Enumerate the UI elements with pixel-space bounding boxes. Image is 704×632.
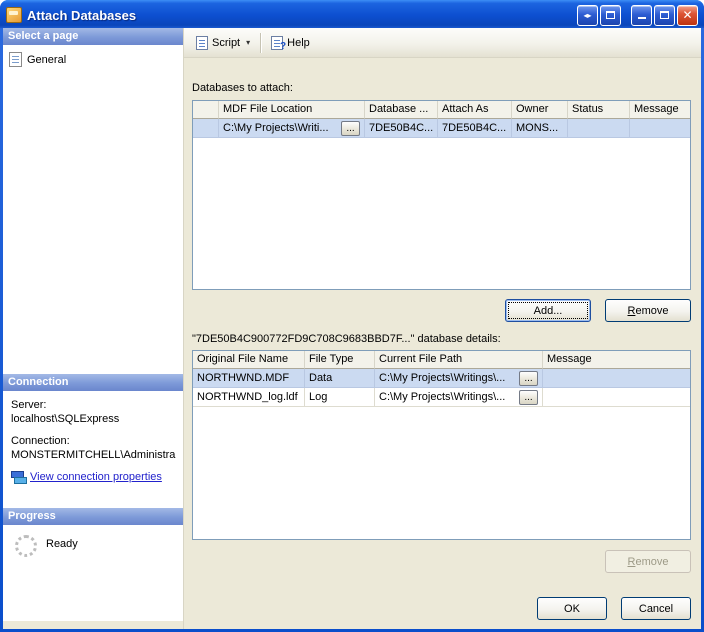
sidebar-item-label: General bbox=[27, 53, 67, 66]
help-icon bbox=[271, 35, 286, 52]
grid2-file-path-cell: C:\My Projects\Writings\... ... bbox=[375, 388, 543, 407]
connection-header: Connection bbox=[3, 374, 183, 391]
grid1-col-mdf-file-location[interactable]: MDF File Location bbox=[219, 101, 365, 119]
databases-to-attach-label: Databases to attach: bbox=[192, 82, 293, 94]
connection-label: Connection: bbox=[11, 435, 70, 447]
chevron-down-icon: ▾ bbox=[246, 38, 251, 47]
main-panel: Script ▾ Help Databases to attach: MDF F… bbox=[183, 28, 701, 629]
view-connection-properties-link[interactable]: View connection properties bbox=[30, 471, 162, 483]
databases-to-attach-grid: MDF File Location Database ... Attach As… bbox=[192, 100, 691, 290]
grid2-col-file-type[interactable]: File Type bbox=[305, 351, 375, 369]
window-controls: ◂▸ ✕ bbox=[577, 4, 698, 26]
grid1-col-attach-as[interactable]: Attach As bbox=[438, 101, 512, 119]
grid2-file-type-cell: Data bbox=[305, 369, 375, 388]
grid1-col-message[interactable]: Message bbox=[630, 101, 690, 119]
attach-databases-dialog: Attach Databases ◂▸ ✕ Select a page Gene… bbox=[0, 0, 704, 632]
progress-status: Ready bbox=[46, 538, 78, 550]
grid1-col-owner[interactable]: Owner bbox=[512, 101, 568, 119]
grid2-file-type-cell: Log bbox=[305, 388, 375, 407]
dock-window-icon bbox=[606, 11, 615, 19]
grid1-col-database[interactable]: Database ... bbox=[365, 101, 438, 119]
grid2-message-cell bbox=[543, 388, 690, 407]
help-button-label: Help bbox=[287, 36, 310, 49]
browse-mdf-button[interactable]: ... bbox=[341, 120, 360, 136]
grid2-col-message[interactable]: Message bbox=[543, 351, 690, 369]
mdf-file-location-value: C:\My Projects\Writi... bbox=[223, 122, 329, 134]
help-button[interactable]: Help bbox=[265, 33, 316, 53]
page-icon bbox=[9, 52, 22, 67]
grid1-attach-as-cell: 7DE50B4C... bbox=[438, 119, 512, 138]
dock-window-button[interactable] bbox=[600, 4, 621, 26]
grid1-header-row: MDF File Location Database ... Attach As… bbox=[193, 101, 690, 119]
sidebar: Select a page General Connection Server:… bbox=[3, 28, 183, 629]
grid2-header-row: Original File Name File Type Current Fil… bbox=[193, 351, 690, 369]
main-body: Databases to attach: MDF File Location D… bbox=[184, 58, 701, 629]
select-a-page-header: Select a page bbox=[3, 28, 183, 45]
toolbar: Script ▾ Help bbox=[184, 28, 701, 58]
grid2-col-original-file-name[interactable]: Original File Name bbox=[193, 351, 305, 369]
add-button[interactable]: Add... bbox=[505, 299, 591, 322]
grid2-row-1[interactable]: NORTHWND.MDF Data C:\My Projects\Writing… bbox=[193, 369, 690, 388]
current-file-path-value: C:\My Projects\Writings\... bbox=[379, 391, 506, 403]
progress-spinner-icon bbox=[15, 535, 37, 557]
grid1-col-status[interactable]: Status bbox=[568, 101, 630, 119]
grid1-message-cell bbox=[630, 119, 690, 138]
grid2-file-name-cell: NORTHWND_log.ldf bbox=[193, 388, 305, 407]
grid1-col-rowselector[interactable] bbox=[193, 101, 219, 119]
script-icon bbox=[196, 35, 208, 50]
sidebar-spacer bbox=[3, 621, 183, 629]
grid1-status-cell bbox=[568, 119, 630, 138]
toolbar-separator bbox=[260, 32, 262, 53]
attach-databases-icon bbox=[6, 7, 22, 23]
dialog-content: Select a page General Connection Server:… bbox=[3, 28, 701, 629]
grid1-row-1[interactable]: C:\My Projects\Writi... ... 7DE50B4C... … bbox=[193, 119, 690, 138]
float-window-button[interactable]: ◂▸ bbox=[577, 4, 598, 26]
server-value: localhost\SQLExpress bbox=[11, 413, 120, 425]
close-button[interactable]: ✕ bbox=[677, 4, 698, 26]
grid1-row-selector-cell bbox=[193, 119, 219, 138]
maximize-button[interactable] bbox=[654, 4, 675, 26]
float-arrows-icon: ◂▸ bbox=[583, 10, 592, 20]
maximize-icon bbox=[660, 11, 669, 19]
minimize-icon bbox=[637, 16, 646, 19]
remove-button[interactable]: Remove bbox=[605, 299, 691, 322]
current-file-path-value: C:\My Projects\Writings\... bbox=[379, 372, 506, 384]
ok-button[interactable]: OK bbox=[537, 597, 607, 620]
connection-panel: Server: localhost\SQLExpress Connection:… bbox=[3, 391, 183, 508]
server-label: Server: bbox=[11, 399, 47, 411]
minimize-button[interactable] bbox=[631, 4, 652, 26]
script-button[interactable]: Script ▾ bbox=[190, 33, 256, 53]
close-icon: ✕ bbox=[682, 8, 693, 22]
connection-properties-icon bbox=[11, 471, 27, 484]
database-details-label: "7DE50B4C900772FD9C708C9683BBD7F..." dat… bbox=[192, 333, 501, 345]
page-list: General bbox=[3, 45, 183, 374]
progress-header: Progress bbox=[3, 508, 183, 525]
title-bar[interactable]: Attach Databases ◂▸ ✕ bbox=[0, 0, 704, 28]
browse-path-button[interactable]: ... bbox=[519, 389, 538, 405]
grid2-col-current-file-path[interactable]: Current File Path bbox=[375, 351, 543, 369]
grid2-message-cell bbox=[543, 369, 690, 388]
grid1-mdf-cell: C:\My Projects\Writi... ... bbox=[219, 119, 365, 138]
grid2-file-name-cell: NORTHWND.MDF bbox=[193, 369, 305, 388]
grid1-owner-cell: MONS... bbox=[512, 119, 568, 138]
remove-details-button[interactable]: Remove bbox=[605, 550, 691, 573]
script-button-label: Script bbox=[212, 36, 241, 49]
grid2-row-2[interactable]: NORTHWND_log.ldf Log C:\My Projects\Writ… bbox=[193, 388, 690, 407]
browse-path-button[interactable]: ... bbox=[519, 370, 538, 386]
grid2-file-path-cell: C:\My Projects\Writings\... ... bbox=[375, 369, 543, 388]
connection-value: MONSTERMITCHELL\Administra bbox=[11, 449, 176, 461]
sidebar-item-general[interactable]: General bbox=[3, 45, 183, 71]
cancel-button[interactable]: Cancel bbox=[621, 597, 691, 620]
progress-panel: Ready bbox=[3, 525, 183, 621]
database-details-grid: Original File Name File Type Current Fil… bbox=[192, 350, 691, 540]
grid1-database-cell: 7DE50B4C... bbox=[365, 119, 438, 138]
window-title: Attach Databases bbox=[27, 7, 137, 23]
